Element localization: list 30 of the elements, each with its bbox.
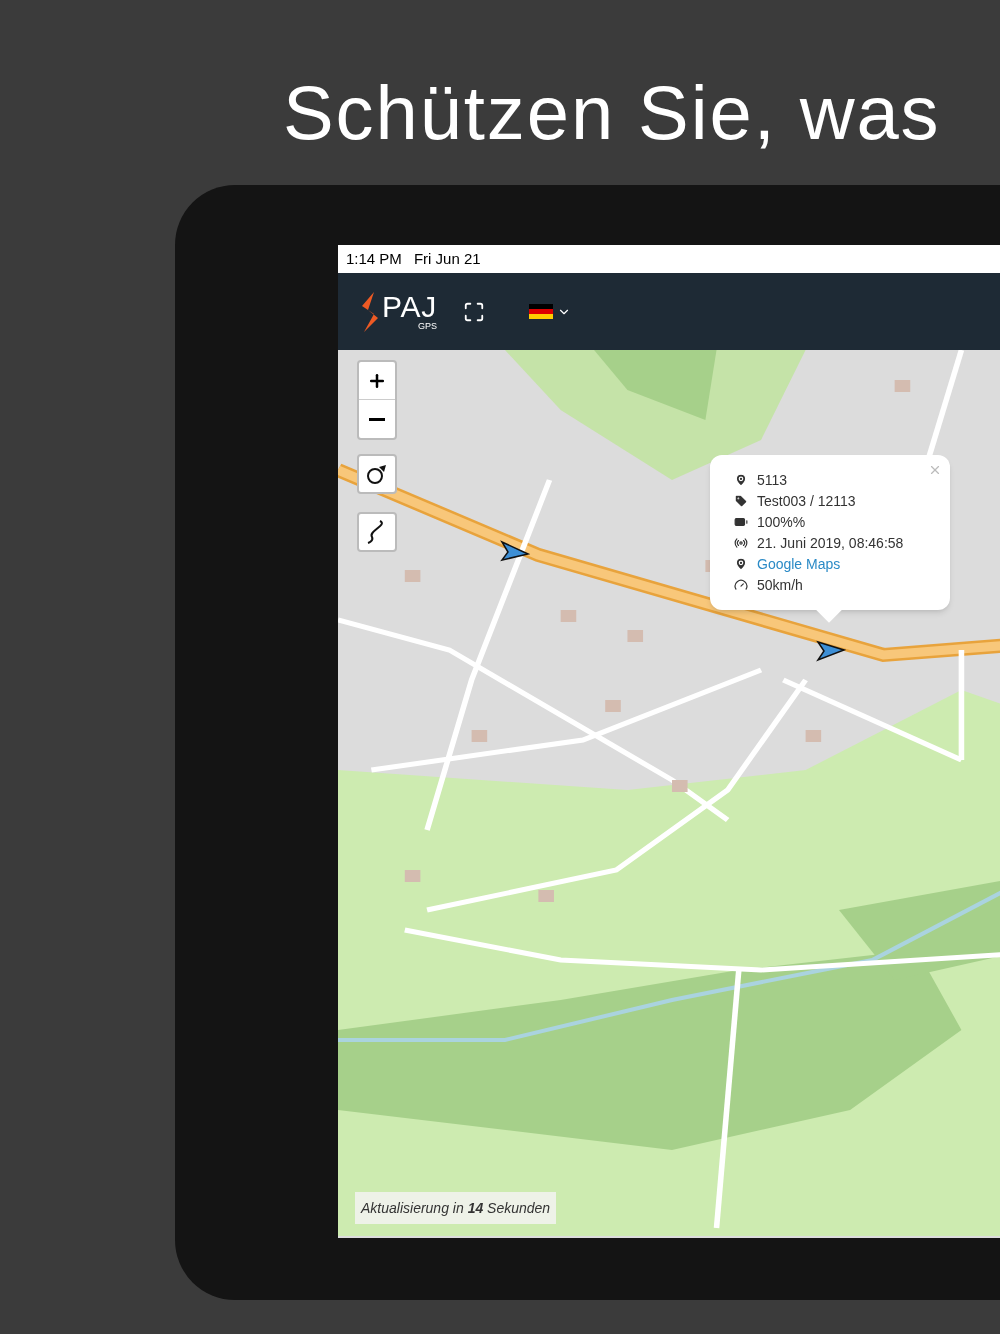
map-pin-icon [734,557,748,571]
vehicle-arrow-icon [816,640,846,662]
refresh-note: Aktualisierung in 14 Sekunden [361,1200,551,1216]
popup-text: 21. Juni 2019, 08:46:58 [757,534,904,552]
google-maps-link[interactable]: Google Maps [757,555,841,573]
logo-text: PAJ [382,292,438,322]
speedometer-icon [734,578,748,592]
flag-icon [529,303,554,320]
fullscreen-icon[interactable] [463,300,486,323]
vehicle-arrow-icon [500,540,530,562]
logo-icon [360,291,380,332]
popup-text: 50km/h [757,576,803,594]
popup-text: 100%% [757,513,806,531]
route-button[interactable] [357,512,397,552]
headline: Schützen Sie, was [283,70,941,156]
building [627,630,644,642]
popup-text: 5113 [757,471,788,489]
building [538,890,554,902]
popup-text: Test003 / 12113 [757,492,856,510]
building [605,700,621,712]
signal-icon [734,536,748,550]
status-time: 1:14 PM [346,248,402,269]
map-pin-icon [734,473,748,487]
tag-icon [734,494,748,508]
circle-arrow-icon [366,463,388,485]
logo-subtext: GPS [418,322,438,331]
status-date: Fri Jun 21 [413,248,481,269]
rotate-button[interactable] [357,454,397,494]
minus-icon [369,417,385,421]
battery-icon [734,515,748,529]
